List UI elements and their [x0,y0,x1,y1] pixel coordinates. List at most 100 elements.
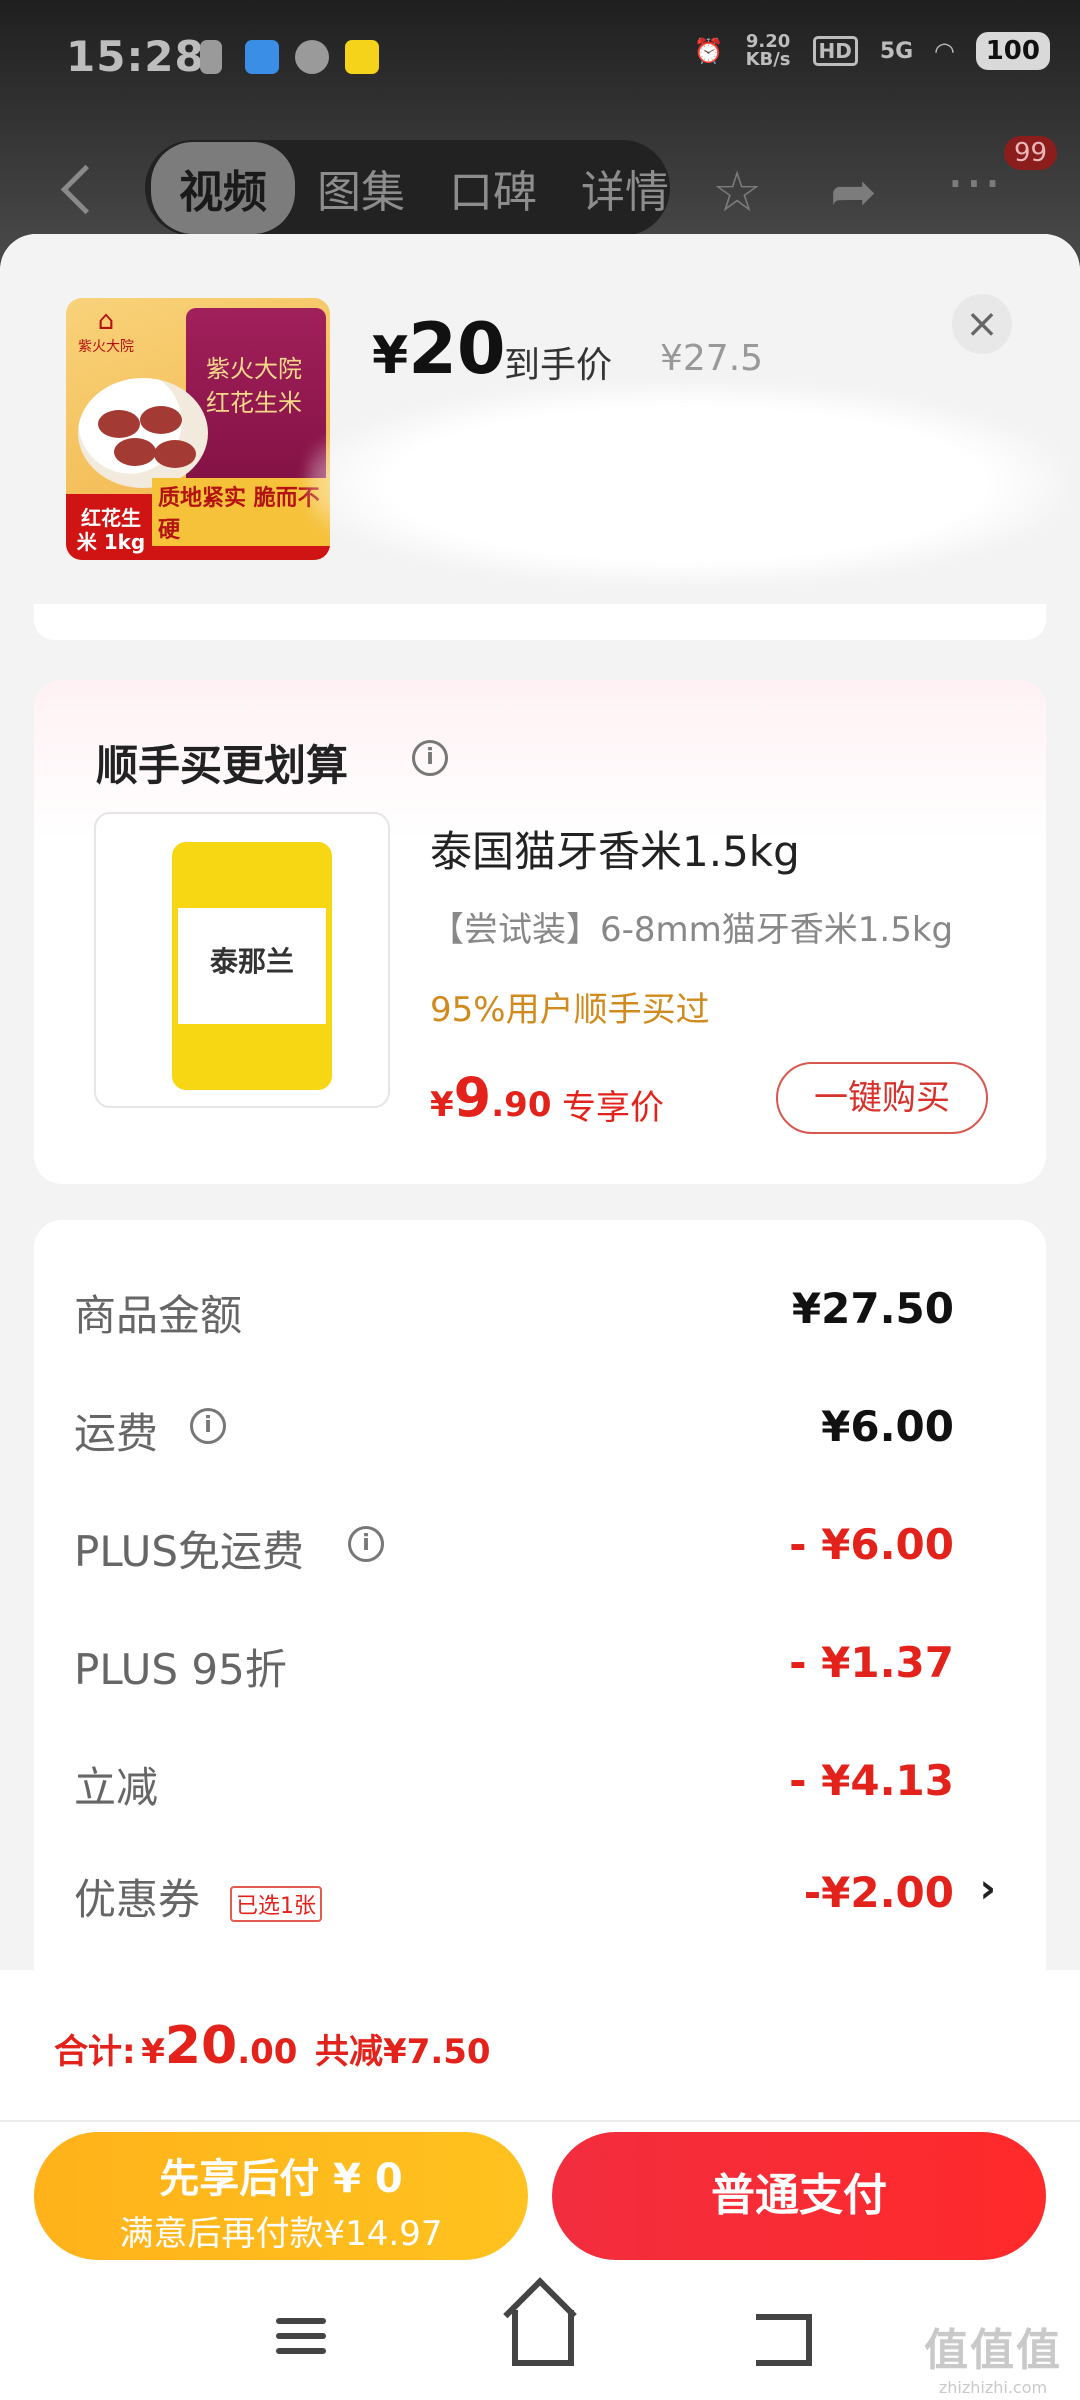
rice-bag-image: 泰那兰 [172,842,332,1090]
summary-value: ¥6.00 [821,1402,954,1451]
status-right: ⏰ 9.20 KB/s HD 5G ◠ 100 [694,32,1050,70]
thumb-tag-right: 质地紧实 脆而不硬 [152,478,330,546]
original-price: ¥27.5 [660,338,764,379]
star-icon[interactable]: ☆ [712,160,762,225]
addon-product-name[interactable]: 泰国猫牙香米1.5kg [430,818,800,879]
addon-price-dec: .90 [491,1085,552,1125]
alarm-icon: ⏰ [693,37,724,65]
summary-row-subtotal: 商品金额 ¥27.50 [34,1270,1046,1350]
info-icon[interactable]: i [190,1408,226,1444]
summary-row-plus-discount: PLUS 95折 - ¥1.37 [34,1624,1046,1704]
rice-bag-brand: 泰那兰 [209,945,294,978]
meituan-app-icon [345,40,379,74]
more-icon[interactable]: ⋯ [946,150,1002,215]
tab-video[interactable]: 视频 [151,142,295,234]
status-bar: 15:28 ⏰ 9.20 KB/s HD 5G ◠ 100 [0,0,1080,120]
summary-value: -¥2.00 [803,1868,954,1917]
summary-label: 商品金额 [74,1291,243,1340]
system-nav-bar: 值值值 zhizhizhi.com [0,2270,1080,2400]
addon-product-image[interactable]: 泰那兰 [94,812,390,1108]
back-arrow-icon[interactable] [60,164,111,215]
notification-badge: 99 [1004,136,1058,170]
addon-price-symbol: ¥ [430,1085,454,1125]
battery-indicator: 100 [975,32,1050,70]
total-row: 合计: ¥20.00 共减¥7.50 [54,2016,491,2076]
price-summary: 商品金额 ¥27.50 运费 i ¥6.00 PLUS免运费 i - ¥6.00… [34,1220,1046,2020]
pay-later-title: 先享后付 ¥ 0 [159,2156,403,2202]
coupon-count-tag: 已选1张 [230,1886,322,1922]
status-time: 15:28 [66,32,205,81]
tab-reviews[interactable]: 口碑 [427,156,559,220]
pay-later-subtitle: 满意后再付款¥14.97 [119,2214,443,2254]
peanut-bowl-image [78,378,208,488]
redacted-area [306,384,1066,584]
chevron-right-icon[interactable]: › [980,1866,996,1912]
summary-row-shipping: 运费 i ¥6.00 [34,1388,1046,1468]
total-saved: 共减¥7.50 [315,2032,491,2072]
product-thumbnail: ⌂ 紫火大院 紫火大院 红花生米 红花生米 1kg 质地紧实 脆而不硬 [66,298,330,560]
summary-label: 运费 [74,1409,159,1458]
brand-logo-text: 紫火大院 [78,339,134,355]
summary-row-plus-free-shipping: PLUS免运费 i - ¥6.00 [34,1506,1046,1586]
addon-card: 顺手买更划算 i 泰那兰 泰国猫牙香米1.5kg 【尝试装】6-8mm猫牙香米1… [34,680,1046,1184]
tab-bar: 视频 图集 口碑 详情 [145,140,670,236]
sim-icon [200,40,222,74]
watermark-bottom: zhizhizhi.com [938,2378,1048,2397]
peanut [114,438,156,466]
peanut [154,440,196,468]
share-icon[interactable]: ➦ [830,160,877,225]
info-icon[interactable]: i [348,1526,384,1562]
summary-label: 优惠券 [74,1875,201,1924]
checkout-sheet: ⌂ 紫火大院 紫火大院 红花生米 红花生米 1kg 质地紧实 脆而不硬 ¥20 … [0,234,1080,2400]
menu-icon[interactable] [276,2318,326,2354]
thumb-tag-left: 红花生米 1kg [76,506,146,554]
addon-price-label: 专享价 [562,1088,664,1128]
currency-symbol: ¥ [372,326,409,386]
tab-details[interactable]: 详情 [559,156,691,220]
sheet-header: ⌂ 紫火大院 紫火大院 红花生米 红花生米 1kg 质地紧实 脆而不硬 ¥20 … [0,234,1080,614]
tab-gallery[interactable]: 图集 [295,156,427,220]
rice-bag-top [178,848,326,908]
summary-label: 立减 [74,1763,159,1812]
wifi-icon: ◠ [935,37,954,65]
summary-value: - ¥1.37 [789,1638,954,1687]
net-speed: 9.20 KB/s [746,33,791,69]
total-amount: 20 [164,2016,238,2076]
total-label: 合计: [54,2032,136,2072]
chat-app-icon [295,40,329,74]
addon-product-spec: 【尝试装】6-8mm猫牙香米1.5kg [430,910,954,950]
one-click-buy-button[interactable]: 一键购买 [776,1062,988,1134]
footer-divider [0,2120,1080,2122]
brand-logo: ⌂ 紫火大院 [78,306,134,355]
close-button[interactable]: × [952,294,1012,354]
pay-later-button[interactable]: 先享后付 ¥ 0 满意后再付款¥14.97 [34,2132,528,2260]
summary-label: PLUS免运费 [74,1527,305,1576]
net-speed-unit: KB/s [745,49,791,70]
final-price: ¥20 [372,308,506,390]
home-icon[interactable] [512,2310,574,2366]
addon-title: 顺手买更划算 [96,741,349,790]
normal-pay-button[interactable]: 普通支付 [552,2132,1046,2260]
summary-value: - ¥6.00 [789,1520,954,1569]
final-price-label: 到手价 [504,345,613,386]
summary-label: PLUS 95折 [74,1645,287,1694]
background-page: 15:28 ⏰ 9.20 KB/s HD 5G ◠ 100 视频 图集 口碑 详… [0,0,1080,260]
rice-bag-bottom [178,1024,326,1084]
peanut [140,406,182,434]
gallery-app-icon [245,40,279,74]
card-strip [34,604,1046,640]
addon-price-int: 9 [453,1066,492,1129]
summary-value: ¥27.50 [791,1284,954,1333]
hd-icon: HD [812,36,858,66]
summary-row-instant-discount: 立减 - ¥4.13 [34,1742,1046,1822]
back-icon[interactable] [756,2314,812,2366]
addon-price: ¥9.90 [430,1066,551,1129]
signal-icon: 5G [879,38,914,64]
summary-row-coupon[interactable]: 优惠券 已选1张 -¥2.00 › [34,1854,1046,1934]
total-decimal: .00 [237,2032,298,2072]
checkout-footer: 合计: ¥20.00 共减¥7.50 先享后付 ¥ 0 满意后再付款¥14.97… [0,1970,1080,2400]
product-nav: 视频 图集 口碑 详情 ☆ ➦ ⋯ 99 [0,136,1080,236]
info-icon[interactable]: i [412,740,448,776]
peanut [98,410,140,438]
watermark-top: 值值值 [924,2325,1062,2376]
